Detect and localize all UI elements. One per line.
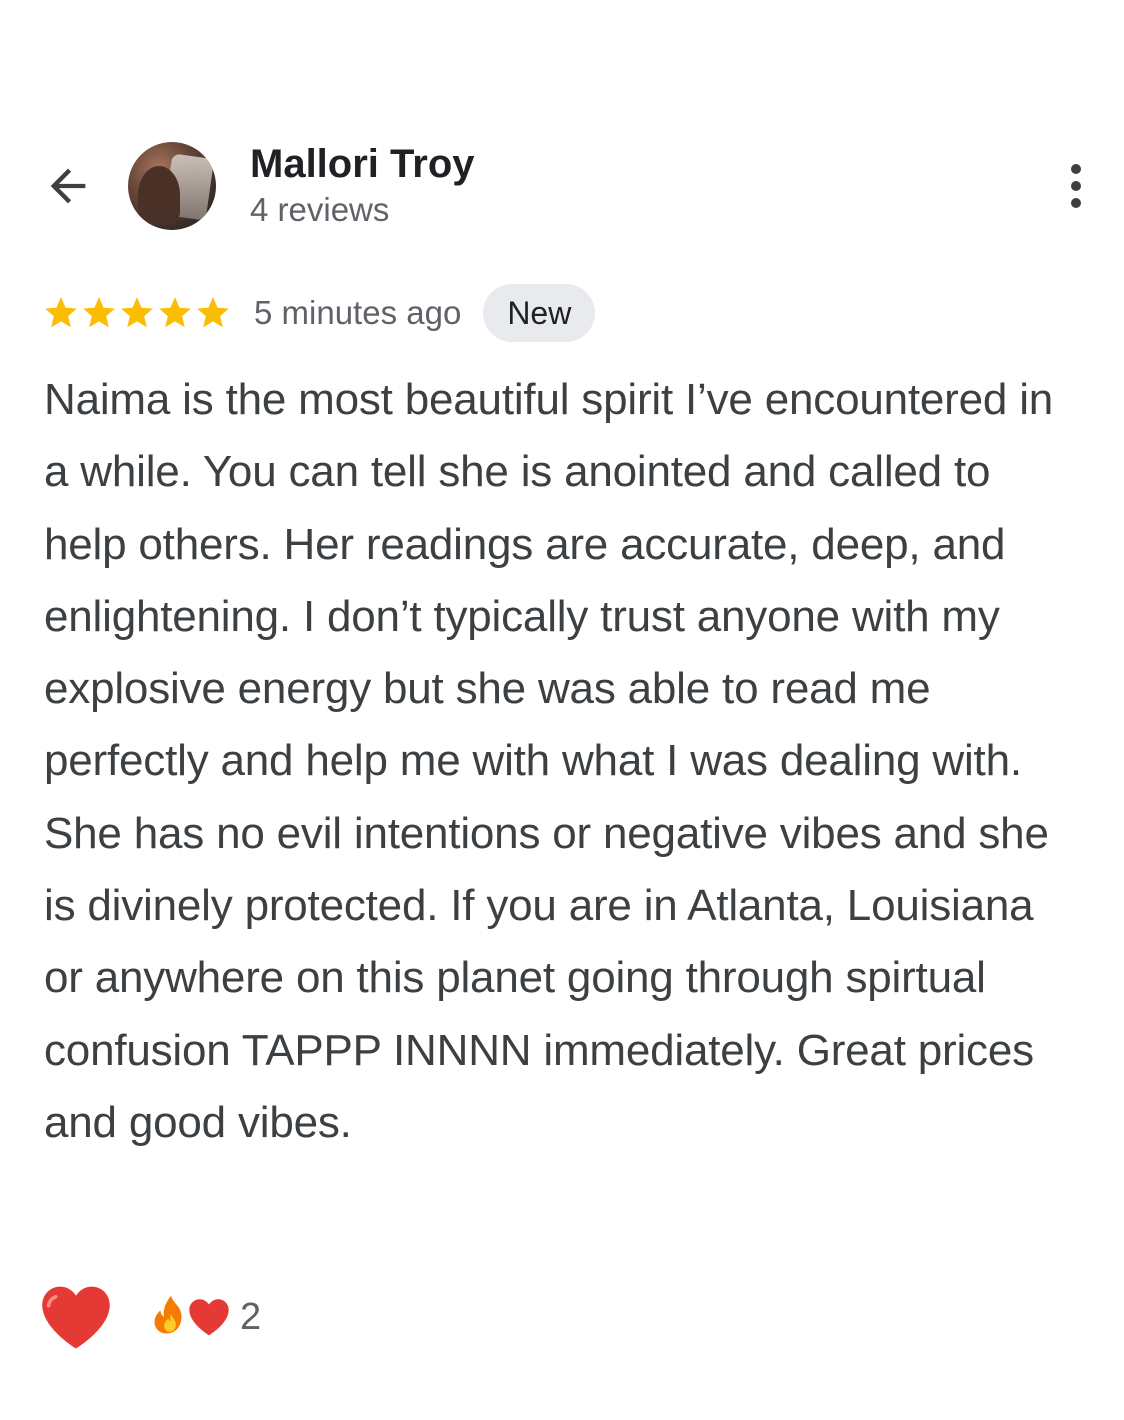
reaction-summary[interactable]: 2 — [150, 1294, 261, 1340]
user-name[interactable]: Mallori Troy — [250, 141, 475, 187]
star-icon — [159, 297, 191, 328]
star-icon — [121, 297, 153, 328]
arrow-back-icon — [50, 168, 86, 204]
star-icon — [45, 297, 77, 328]
back-button[interactable] — [36, 154, 100, 218]
review-time: 5 minutes ago — [254, 294, 462, 331]
star-rating — [42, 294, 232, 332]
review-text: Naima is the most beautiful spirit I’ve … — [44, 375, 1054, 1147]
fire-icon — [154, 1295, 182, 1334]
heart-icon — [189, 1299, 229, 1336]
review-header: Mallori Troy 4 reviews — [44, 138, 1081, 234]
more-dot — [1071, 181, 1081, 191]
star-icon — [83, 297, 115, 328]
user-info: Mallori Troy 4 reviews — [250, 141, 475, 231]
star-icon — [197, 297, 229, 328]
review-meta: 5 minutes ago New — [42, 284, 596, 342]
new-badge: New — [483, 284, 596, 342]
avatar[interactable] — [128, 142, 216, 230]
avatar-figure — [138, 166, 180, 224]
heart-icon[interactable] — [40, 1284, 112, 1350]
reaction-count: 2 — [240, 1295, 262, 1338]
more-dot — [1071, 164, 1081, 174]
review-page: Mallori Troy 4 reviews 5 minutes ago New… — [0, 0, 1124, 1420]
more-dot — [1071, 198, 1081, 208]
reactions-bar: 2 — [40, 1284, 261, 1350]
more-options-button[interactable] — [1052, 154, 1100, 218]
user-review-count: 4 reviews — [250, 191, 390, 228]
